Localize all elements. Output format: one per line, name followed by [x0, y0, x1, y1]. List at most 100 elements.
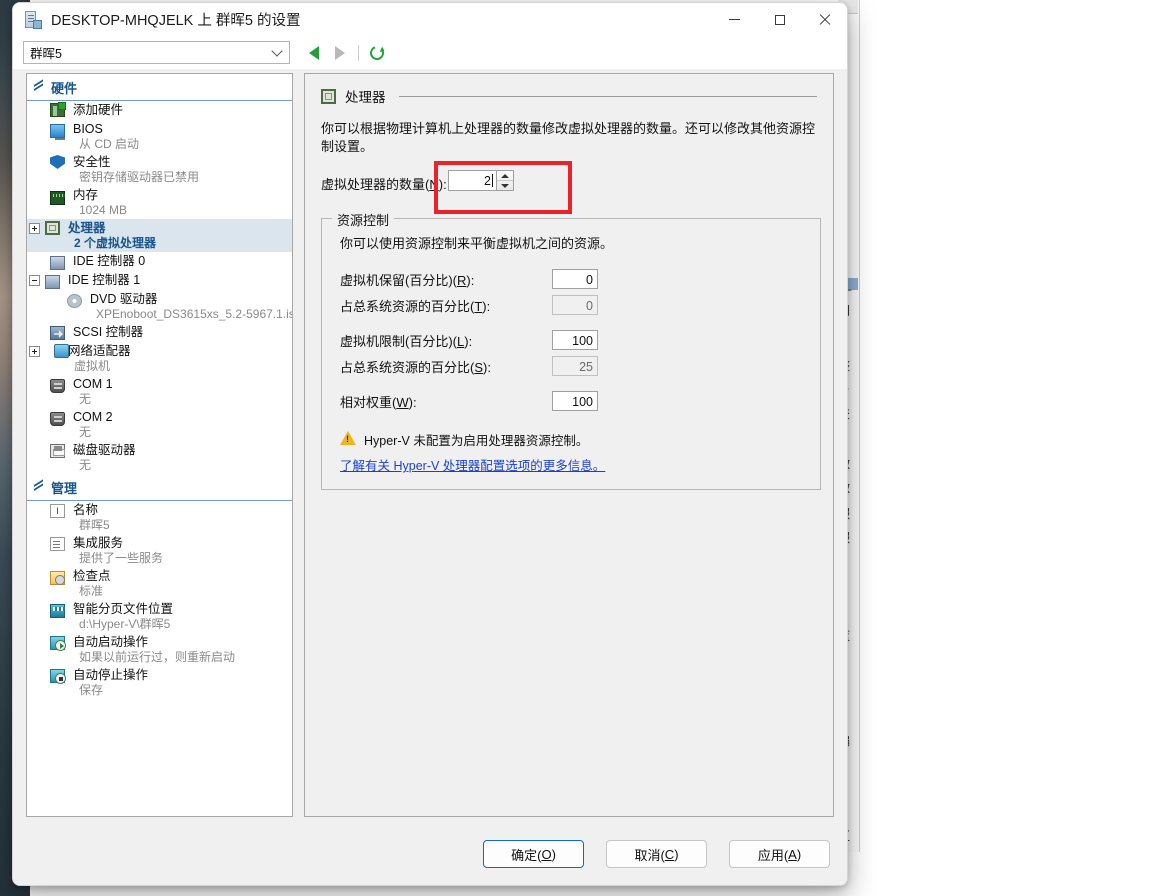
tree-item-label: 自动停止操作 — [73, 667, 148, 683]
tree-item-内存[interactable]: 内存1024 MB — [27, 186, 292, 219]
processor-icon — [45, 221, 63, 237]
tree-item-sublabel: 提供了一些服务 — [73, 551, 163, 566]
network-adapter-icon-glyph — [54, 344, 69, 358]
sidebar-group-header[interactable]: 硬件 — [27, 74, 292, 101]
maximize-button[interactable] — [757, 3, 802, 36]
close-button[interactable] — [802, 3, 847, 36]
collapse-icon[interactable] — [29, 275, 40, 286]
background-window — [838, 0, 1152, 896]
vm-selector-dropdown[interactable]: 群晖5 — [23, 41, 290, 64]
expand-icon[interactable] — [29, 346, 40, 357]
resource-control-row: 占总系统资源的百分比(S):25 — [340, 353, 806, 379]
resource-control-row: 虚拟机保留(百分比)(R):0 — [340, 266, 806, 292]
tree-item-dvd-驱动器[interactable]: DVD 驱动器XPEnoboot_DS3615xs_5.2-5967.1.iso — [27, 290, 292, 323]
tree-item-label: 磁盘驱动器 — [73, 442, 136, 458]
resource-control-value-input: 25 — [552, 356, 598, 376]
auto-stop-icon-glyph — [50, 669, 65, 683]
tree-item-com-1[interactable]: COM 1无 — [27, 375, 292, 408]
tree-item-bios[interactable]: BIOS从 CD 启动 — [27, 120, 292, 153]
expand-icon[interactable] — [29, 223, 40, 234]
triangle-down-icon — [501, 184, 509, 188]
tree-item-label: COM 2 — [73, 409, 113, 425]
tree-item-名称[interactable]: I名称群晖5 — [27, 501, 292, 534]
tree-item-scsi-控制器[interactable]: SCSI 控制器 — [27, 323, 292, 342]
tree-item-com-2[interactable]: COM 2无 — [27, 408, 292, 441]
resource-control-rows: 虚拟机保留(百分比)(R):0占总系统资源的百分比(T):0虚拟机限制(百分比)… — [336, 266, 806, 414]
settings-dialog: DESKTOP-MHQJELK 上 群晖5 的设置 群晖5 硬件添加硬件BIOS… — [12, 2, 848, 886]
resource-control-label: 占总系统资源的百分比(T): — [340, 296, 552, 315]
settings-tree-scroll: 硬件添加硬件BIOS从 CD 启动安全性密钥存储驱动器已禁用内存1024 MB处… — [27, 74, 292, 816]
refresh-button[interactable] — [364, 41, 390, 65]
checkpoint-icon-glyph — [50, 571, 65, 585]
sidebar-group-title: 管理 — [51, 478, 77, 497]
back-button[interactable] — [301, 41, 327, 65]
tree-item-sublabel: 密钥存储驱动器已禁用 — [73, 170, 199, 185]
tree-item-检查点[interactable]: 检查点标准 — [27, 567, 292, 600]
sidebar-group-header[interactable]: 管理 — [27, 474, 292, 501]
tree-item-sublabel: 从 CD 启动 — [73, 137, 139, 152]
tree-item-处理器[interactable]: 处理器2 个虚拟处理器 — [27, 219, 292, 252]
settings-vm-icon — [25, 11, 42, 29]
tree-item-label: 名称 — [73, 502, 110, 518]
stop-icon — [59, 677, 63, 681]
label-tail: ): — [482, 299, 490, 314]
resource-control-value-input[interactable]: 100 — [552, 330, 598, 350]
toolbar: 群晖5 — [13, 36, 847, 69]
ok-button[interactable]: 确定(O) — [483, 840, 584, 868]
dvd-drive-icon-glyph — [67, 294, 82, 308]
tree-item-自动停止操作[interactable]: 自动停止操作保存 — [27, 666, 292, 699]
label-text: 虚拟机保留(百分比)( — [340, 273, 457, 288]
minimize-button[interactable] — [712, 3, 757, 36]
tree-item-ide-控制器-0[interactable]: IDE 控制器 0 — [27, 252, 292, 271]
bios-icon — [50, 122, 68, 138]
label-text: 占总系统资源的百分比( — [340, 360, 474, 375]
settings-tree[interactable]: 硬件添加硬件BIOS从 CD 启动安全性密钥存储驱动器已禁用内存1024 MB处… — [26, 73, 293, 817]
tree-item-ide-控制器-1[interactable]: IDE 控制器 1 — [27, 271, 292, 290]
tree-item-label: 自动启动操作 — [73, 634, 235, 650]
resource-control-value-input[interactable]: 0 — [552, 269, 598, 289]
tree-item-label: 安全性 — [73, 154, 199, 170]
text-caret — [492, 174, 493, 187]
tree-item-网络适配器[interactable]: 网络适配器虚拟机 — [27, 342, 292, 375]
tree-item-自动启动操作[interactable]: 自动启动操作如果以前运行过，则重新启动 — [27, 633, 292, 666]
tree-item-label: 检查点 — [73, 568, 111, 584]
virtual-processor-count-input[interactable]: 2 — [449, 171, 496, 190]
resource-control-value-input: 0 — [552, 295, 598, 315]
auto-start-icon-glyph — [50, 636, 65, 650]
auto-start-icon — [50, 635, 68, 651]
tree-item-智能分页文件位置[interactable]: 智能分页文件位置d:\Hyper-V\群晖5 — [27, 600, 292, 633]
label-tail: ): — [483, 360, 491, 375]
com-port-icon — [50, 377, 68, 393]
tree-item-label: BIOS — [73, 121, 139, 137]
vm-selector-value: 群晖5 — [30, 43, 62, 62]
help-link[interactable]: 了解有关 Hyper-V 处理器配置选项的更多信息。 — [340, 455, 605, 474]
play-icon — [60, 643, 64, 649]
tree-item-sublabel: XPEnoboot_DS3615xs_5.2-5967.1.iso — [90, 307, 290, 322]
floppy-drive-icon-glyph — [50, 444, 65, 458]
tree-item-label: COM 1 — [73, 376, 113, 392]
resource-control-value-input[interactable]: 100 — [552, 391, 598, 411]
virtual-processor-count-stepper[interactable]: 2 — [448, 170, 514, 191]
content-pane: 处理器 你可以根据物理计算机上处理器的数量修改虚拟处理器的数量。还可以修改其他资… — [304, 73, 834, 817]
cancel-button[interactable]: 取消(C) — [606, 840, 707, 868]
title-bar: DESKTOP-MHQJELK 上 群晖5 的设置 — [13, 3, 847, 36]
stepper-increment-button[interactable] — [497, 171, 513, 180]
scsi-controller-icon-glyph — [50, 326, 65, 340]
ide-controller-icon — [50, 254, 68, 270]
tree-item-安全性[interactable]: 安全性密钥存储驱动器已禁用 — [27, 153, 292, 186]
tree-item-磁盘驱动器[interactable]: 磁盘驱动器无 — [27, 441, 292, 474]
stepper-decrement-button[interactable] — [497, 180, 513, 190]
refresh-icon — [368, 43, 387, 62]
tree-item-集成服务[interactable]: 集成服务提供了一些服务 — [27, 534, 292, 567]
com-port-icon-glyph — [50, 412, 65, 426]
tree-item-sublabel: 群晖5 — [73, 518, 110, 533]
tree-item-添加硬件[interactable]: 添加硬件 — [27, 101, 292, 120]
chevron-up-icon — [33, 482, 44, 493]
shield-icon — [50, 155, 68, 171]
processor-icon-glyph — [45, 221, 60, 235]
forward-button[interactable] — [327, 41, 353, 65]
row-gap — [336, 379, 806, 388]
apply-button[interactable]: 应用(A) — [729, 840, 830, 868]
tree-item-label: 处理器 — [68, 220, 156, 236]
tree-item-sublabel: 保存 — [73, 683, 148, 698]
